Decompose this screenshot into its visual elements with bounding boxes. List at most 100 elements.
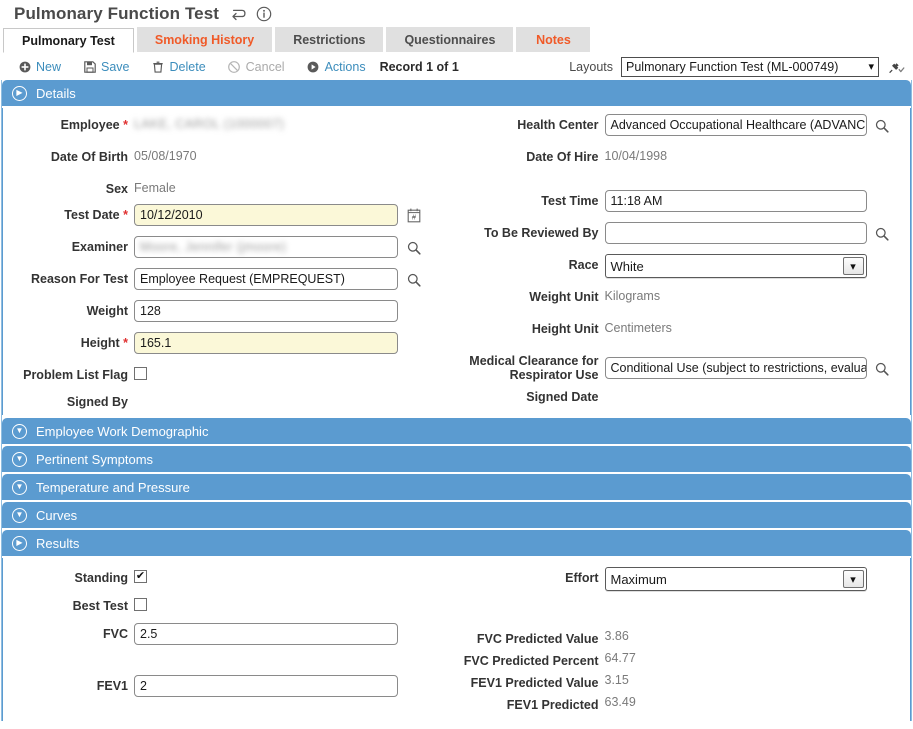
label-examiner: Examiner <box>71 240 128 254</box>
problem-list-flag-checkbox[interactable] <box>134 367 147 380</box>
svg-text:#: # <box>411 213 416 222</box>
info-circle-icon[interactable] <box>255 5 273 23</box>
label-fvc-predicted-percent: FVC Predicted Percent <box>463 654 599 668</box>
actions-label: Actions <box>324 59 366 74</box>
medical-clearance-input[interactable]: Conditional Use (subject to restrictions… <box>604 357 867 379</box>
race-select-value: White <box>610 258 644 274</box>
value-date-of-hire: 10/04/1998 <box>604 149 668 163</box>
race-select[interactable]: White ▾ <box>604 254 867 278</box>
new-button[interactable]: New <box>18 60 61 74</box>
section-title-results: Results <box>36 535 80 551</box>
results-left-column: Standing ✔ Best Test FVC 2.5 FEV1 2 <box>3 558 457 721</box>
section-title-temperature-and-pressure: Temperature and Pressure <box>36 479 190 495</box>
value-weight-unit: Kilograms <box>604 289 661 303</box>
search-icon[interactable] <box>405 238 422 257</box>
section-header-employee-work-demographic[interactable]: ▼ Employee Work Demographic <box>2 418 911 444</box>
tab-notes[interactable]: Notes <box>516 27 591 52</box>
weight-input[interactable]: 128 <box>134 300 398 322</box>
tab-questionnaires[interactable]: Questionnaires <box>386 27 514 52</box>
effort-select[interactable]: Maximum ▾ <box>604 567 867 591</box>
caret-right-icon: ▶ <box>12 85 27 101</box>
row-spacer <box>457 599 911 628</box>
height-input[interactable]: 165.1 <box>134 332 398 354</box>
health-center-input[interactable]: Advanced Occupational Healthcare (ADVANC… <box>604 114 867 136</box>
calendar-icon[interactable]: # <box>405 206 422 225</box>
fev1-input[interactable]: 2 <box>134 675 398 697</box>
caret-right-icon: ▶ <box>12 535 27 551</box>
field-standing: Standing ✔ <box>3 567 457 595</box>
plus-circle-icon <box>18 60 31 73</box>
label-date-of-hire: Date Of Hire <box>526 150 599 164</box>
label-date-of-birth: Date Of Birth <box>50 150 128 164</box>
search-icon[interactable] <box>874 359 891 378</box>
section-title-pertinent-symptoms: Pertinent Symptoms <box>36 451 154 467</box>
actions-button[interactable]: Actions <box>307 60 366 74</box>
section-title-details: Details <box>36 85 76 101</box>
search-icon[interactable] <box>405 270 422 289</box>
value-fvc-predicted-value: 3.86 <box>604 629 629 643</box>
label-sex: Sex <box>105 182 128 196</box>
section-header-details[interactable]: ▶ Details <box>2 80 911 106</box>
chevron-down-icon: ▾ <box>868 61 874 73</box>
delete-button[interactable]: Delete <box>152 60 206 74</box>
field-height: Height * 165.1 <box>3 332 457 364</box>
section-header-results[interactable]: ▶ Results <box>2 530 911 556</box>
undo-arrow-icon[interactable] <box>228 5 246 23</box>
value-sex: Female <box>134 181 176 195</box>
section-header-pertinent-symptoms[interactable]: ▼ Pertinent Symptoms <box>2 446 911 472</box>
tab-pulmonary-test[interactable]: Pulmonary Test <box>3 28 134 53</box>
field-signed-date: Signed Date <box>457 386 911 410</box>
field-signed-by: Signed By <box>3 391 457 415</box>
label-reason-for-test: Reason For Test <box>30 272 128 286</box>
field-problem-list-flag: Problem List Flag <box>3 364 457 391</box>
label-fev1-predicted-value: FEV1 Predicted Value <box>470 676 599 690</box>
layout-select[interactable]: Pulmonary Function Test (ML-000749) ▾ <box>621 56 879 77</box>
fvc-input[interactable]: 2.5 <box>134 623 398 645</box>
pin-check-icon[interactable] <box>887 57 907 77</box>
cancel-label: Cancel <box>245 59 285 74</box>
tab-restrictions[interactable]: Restrictions <box>275 27 384 52</box>
layouts-area: Layouts Pulmonary Function Test (ML-0007… <box>569 56 907 77</box>
layout-select-value: Pulmonary Function Test (ML-000749) <box>626 59 839 74</box>
label-best-test: Best Test <box>72 599 128 613</box>
search-icon[interactable] <box>874 116 891 135</box>
best-test-checkbox[interactable] <box>134 598 147 611</box>
examiner-input[interactable]: Moore, Jennifer (jmoore) <box>134 236 398 258</box>
examiner-value: Moore, Jennifer (jmoore) <box>140 240 287 254</box>
test-time-input[interactable]: 11:18 AM <box>604 190 867 212</box>
field-fvc-predicted-value: FVC Predicted Value 3.86 <box>457 628 911 650</box>
label-standing: Standing <box>74 571 128 585</box>
play-circle-icon <box>307 60 320 73</box>
caret-down-icon: ▼ <box>12 507 27 523</box>
standing-checkbox[interactable]: ✔ <box>134 570 147 583</box>
tab-strip: Pulmonary Test Smoking History Restricti… <box>0 27 913 53</box>
field-fev1-predicted: FEV1 Predicted 63.49 <box>457 694 911 716</box>
reason-for-test-input[interactable]: Employee Request (EMPREQUEST) <box>134 268 398 290</box>
search-icon[interactable] <box>874 224 891 243</box>
field-race: Race White ▾ <box>457 254 911 286</box>
label-height: Height * <box>80 336 128 350</box>
label-test-date: Test Date * <box>64 208 128 222</box>
field-sex: Sex Female <box>3 178 457 204</box>
save-label: Save <box>101 59 130 74</box>
field-fvc: FVC 2.5 <box>3 623 457 675</box>
value-employee: LAKE, CAROL (1000007) <box>134 117 285 131</box>
cancel-button[interactable]: Cancel <box>228 60 285 74</box>
field-fev1-predicted-value: FEV1 Predicted Value 3.15 <box>457 672 911 694</box>
to-be-reviewed-by-input[interactable] <box>604 222 867 244</box>
field-test-time: Test Time 11:18 AM <box>457 190 911 222</box>
record-toolbar: New Save Delete Cancel Actions Record 1 … <box>0 53 913 80</box>
section-header-temperature-and-pressure[interactable]: ▼ Temperature and Pressure <box>2 474 911 500</box>
label-fev1: FEV1 <box>96 679 128 693</box>
save-button[interactable]: Save <box>83 60 130 74</box>
field-height-unit: Height Unit Centimeters <box>457 318 911 350</box>
label-weight-unit: Weight Unit <box>529 290 599 304</box>
section-title-employee-work-demographic: Employee Work Demographic <box>36 423 209 439</box>
section-header-curves[interactable]: ▼ Curves <box>2 502 911 528</box>
field-date-of-birth: Date Of Birth 05/08/1970 <box>3 146 457 178</box>
label-problem-list-flag: Problem List Flag <box>23 368 128 382</box>
tab-smoking-history[interactable]: Smoking History <box>136 27 273 52</box>
chevron-down-icon: ▾ <box>842 257 864 275</box>
value-fev1-predicted: 63.49 <box>604 695 636 709</box>
test-date-input[interactable]: 10/12/2010 <box>134 204 398 226</box>
